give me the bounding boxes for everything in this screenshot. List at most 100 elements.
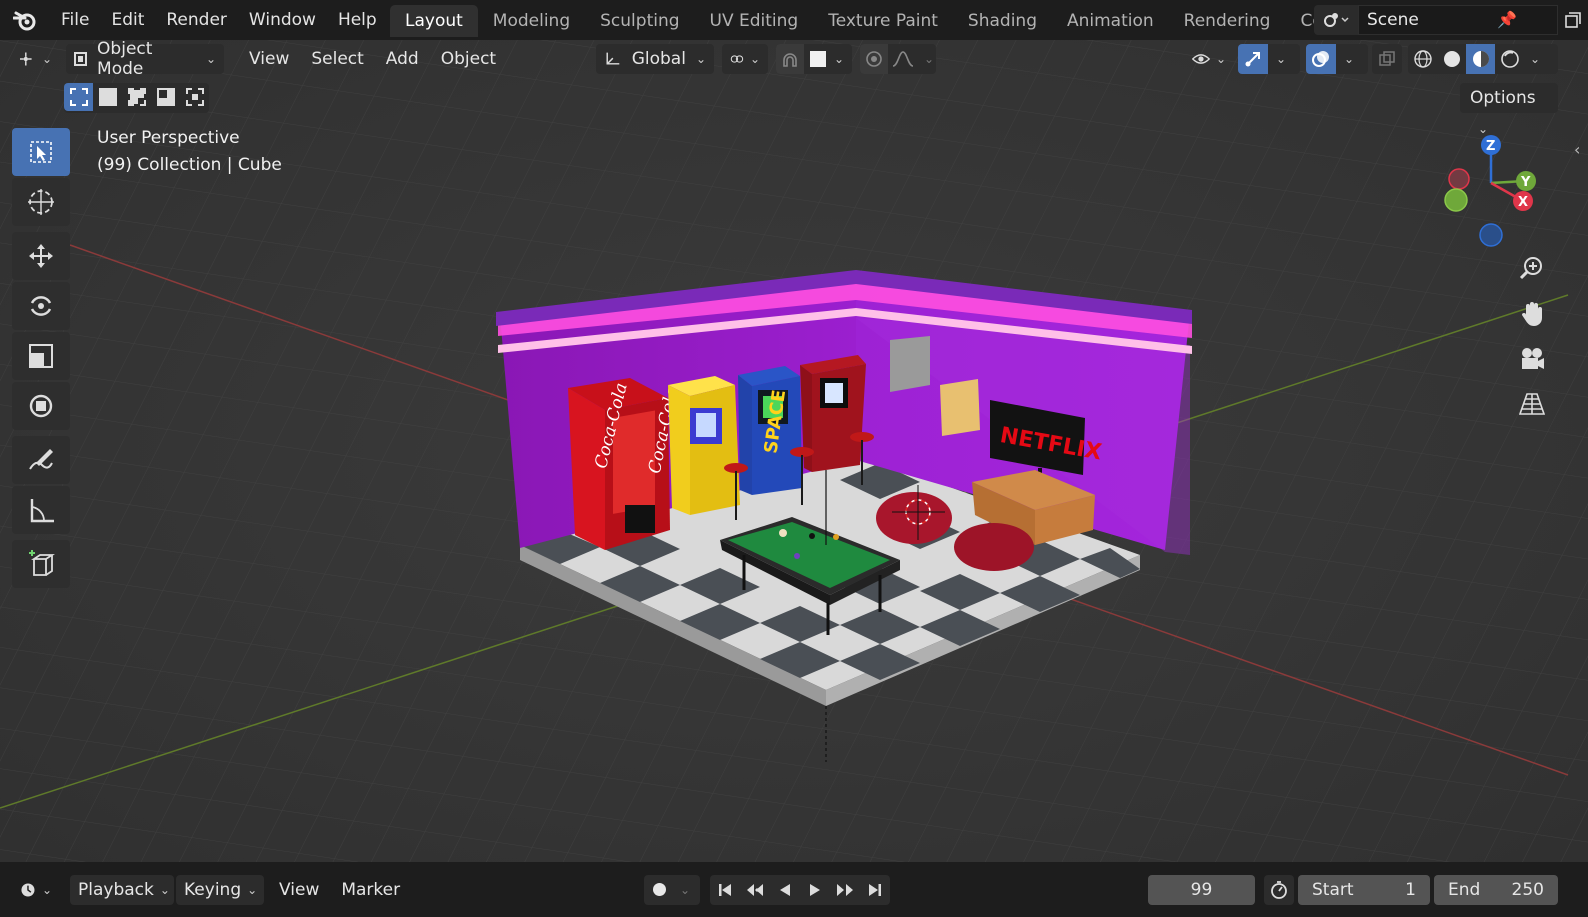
end-frame-field[interactable]: End 250 bbox=[1434, 874, 1558, 905]
camera-view-icon[interactable] bbox=[1511, 338, 1553, 380]
mode-label: Object Mode bbox=[97, 39, 153, 79]
timeline-marker-menu[interactable]: Marker bbox=[330, 880, 411, 900]
axis-gizmo[interactable]: Z Y X bbox=[1440, 130, 1550, 250]
start-frame-field[interactable]: Start 1 bbox=[1298, 874, 1430, 905]
menu-object[interactable]: Object bbox=[430, 49, 507, 69]
menu-file[interactable]: File bbox=[50, 0, 100, 40]
overlay-group: ⌄ bbox=[1306, 44, 1368, 74]
scale-tool[interactable] bbox=[12, 332, 70, 380]
timeline-editor-type-button[interactable]: ⌄ bbox=[12, 875, 60, 905]
snap-toggle-icon[interactable] bbox=[776, 44, 804, 74]
pin-icon[interactable]: 📌 bbox=[1497, 6, 1517, 34]
3d-viewport[interactable]: Coca-Cola Coca-Cola SPACE NETFLIX User P… bbox=[0, 40, 1588, 862]
menu-edit[interactable]: Edit bbox=[100, 0, 155, 40]
chevron-down-icon: ⌄ bbox=[159, 882, 170, 897]
arcade-yellow bbox=[668, 376, 740, 515]
gizmo-toggle-icon[interactable] bbox=[1238, 44, 1268, 74]
tab-shading[interactable]: Shading bbox=[953, 5, 1052, 37]
play-reverse-icon[interactable] bbox=[770, 874, 800, 905]
keying-label: Keying bbox=[184, 879, 242, 900]
stopwatch-icon[interactable] bbox=[1264, 874, 1294, 905]
select-new-icon[interactable] bbox=[64, 83, 93, 111]
menu-help[interactable]: Help bbox=[327, 0, 388, 40]
transform-orientation-select[interactable]: Global ⌄ bbox=[596, 44, 714, 74]
menu-add[interactable]: Add bbox=[375, 49, 430, 69]
record-icon[interactable] bbox=[644, 875, 674, 905]
end-label: End bbox=[1448, 879, 1481, 900]
sidebar-toggle-icon[interactable]: ‹ bbox=[1574, 140, 1580, 159]
playback-menu[interactable]: Playback ⌄ bbox=[70, 874, 174, 905]
xray-toggle-icon[interactable] bbox=[1372, 44, 1402, 74]
chevron-down-icon: ⌄ bbox=[1478, 122, 1489, 136]
visibility-select[interactable]: ⌄ bbox=[1184, 44, 1234, 74]
chevron-down-icon: ⌄ bbox=[749, 52, 760, 66]
tab-rendering[interactable]: Rendering bbox=[1169, 5, 1286, 37]
falloff-curve-icon[interactable] bbox=[888, 44, 918, 74]
start-value: 1 bbox=[1405, 879, 1416, 900]
menu-render[interactable]: Render bbox=[155, 0, 238, 40]
select-intersect-icon[interactable] bbox=[180, 83, 209, 111]
jump-end-icon[interactable] bbox=[860, 874, 890, 905]
playback-label: Playback bbox=[78, 879, 154, 900]
keying-menu[interactable]: Keying ⌄ bbox=[176, 874, 264, 905]
overlay-toggle-icon[interactable] bbox=[1306, 44, 1336, 74]
shading-mode-group: ⌄ bbox=[1408, 44, 1558, 74]
scene-name: Scene bbox=[1367, 10, 1419, 30]
material-preview-shading-icon[interactable] bbox=[1466, 44, 1495, 74]
solid-shading-icon[interactable] bbox=[1437, 44, 1466, 74]
new-scene-icon[interactable] bbox=[1558, 5, 1588, 35]
rotate-tool[interactable] bbox=[12, 282, 70, 330]
select-extend-icon[interactable] bbox=[93, 83, 122, 111]
chevron-down-icon: ⌄ bbox=[1344, 52, 1355, 66]
chevron-down-icon: ⌄ bbox=[41, 52, 52, 66]
mode-select[interactable]: Object Mode ⌄ bbox=[66, 39, 224, 79]
jump-keyframe-forward-icon[interactable] bbox=[830, 874, 860, 905]
proportional-edit-icon[interactable] bbox=[860, 44, 888, 74]
pan-hand-icon[interactable] bbox=[1511, 293, 1553, 335]
select-subtract-icon[interactable] bbox=[122, 83, 151, 111]
viewport-header: ⌄ Object Mode ⌄ View Select Add Object G… bbox=[0, 39, 1588, 79]
snap-target-icon[interactable] bbox=[804, 44, 832, 74]
tab-modeling[interactable]: Modeling bbox=[478, 5, 585, 37]
wireframe-shading-icon[interactable] bbox=[1408, 44, 1437, 74]
perspective-label: User Perspective bbox=[97, 128, 240, 148]
scene-browse-button[interactable] bbox=[1314, 5, 1358, 35]
scene-name-field[interactable]: Scene 📌 bbox=[1358, 5, 1558, 35]
measure-tool[interactable] bbox=[12, 486, 70, 534]
tab-sculpting[interactable]: Sculpting bbox=[585, 5, 694, 37]
jump-start-icon[interactable] bbox=[710, 874, 740, 905]
menu-view[interactable]: View bbox=[238, 49, 300, 69]
tab-texture-paint[interactable]: Texture Paint bbox=[813, 5, 953, 37]
eye-icon bbox=[1192, 54, 1210, 64]
selection-mode-group bbox=[64, 83, 209, 113]
timeline-view-menu[interactable]: View bbox=[268, 880, 330, 900]
select-difference-icon[interactable] bbox=[151, 83, 180, 111]
play-icon[interactable] bbox=[800, 874, 830, 905]
poster-1 bbox=[890, 336, 930, 392]
tab-uv-editing[interactable]: UV Editing bbox=[695, 5, 814, 37]
zoom-icon[interactable] bbox=[1511, 247, 1553, 289]
tab-animation[interactable]: Animation bbox=[1052, 5, 1169, 37]
move-tool[interactable] bbox=[12, 232, 70, 280]
menu-select[interactable]: Select bbox=[300, 49, 374, 69]
tab-layout[interactable]: Layout bbox=[390, 5, 478, 37]
menu-window[interactable]: Window bbox=[238, 0, 327, 40]
playback-controls bbox=[710, 874, 890, 905]
cursor-tool[interactable] bbox=[12, 178, 70, 226]
select-box-tool[interactable] bbox=[12, 128, 70, 176]
rendered-shading-icon[interactable] bbox=[1495, 44, 1524, 74]
current-frame-field[interactable]: 99 bbox=[1148, 874, 1255, 905]
tool-shelf bbox=[12, 128, 72, 590]
editor-type-button[interactable]: ⌄ bbox=[12, 44, 60, 74]
tab-compositing[interactable]: Compo bbox=[1285, 5, 1314, 37]
pivot-point-select[interactable]: ⌄ bbox=[722, 44, 768, 74]
options-dropdown[interactable]: Options ⌄ bbox=[1460, 83, 1558, 136]
jump-keyframe-back-icon[interactable] bbox=[740, 874, 770, 905]
perspective-toggle-icon[interactable] bbox=[1511, 383, 1553, 425]
scene-selector: Scene 📌 bbox=[1314, 5, 1588, 35]
blender-logo-icon[interactable] bbox=[0, 0, 50, 40]
proportional-edit-group: ⌄ bbox=[860, 44, 936, 74]
transform-tool[interactable] bbox=[12, 382, 70, 430]
add-cube-tool[interactable] bbox=[12, 540, 70, 588]
annotate-tool[interactable] bbox=[12, 436, 70, 484]
